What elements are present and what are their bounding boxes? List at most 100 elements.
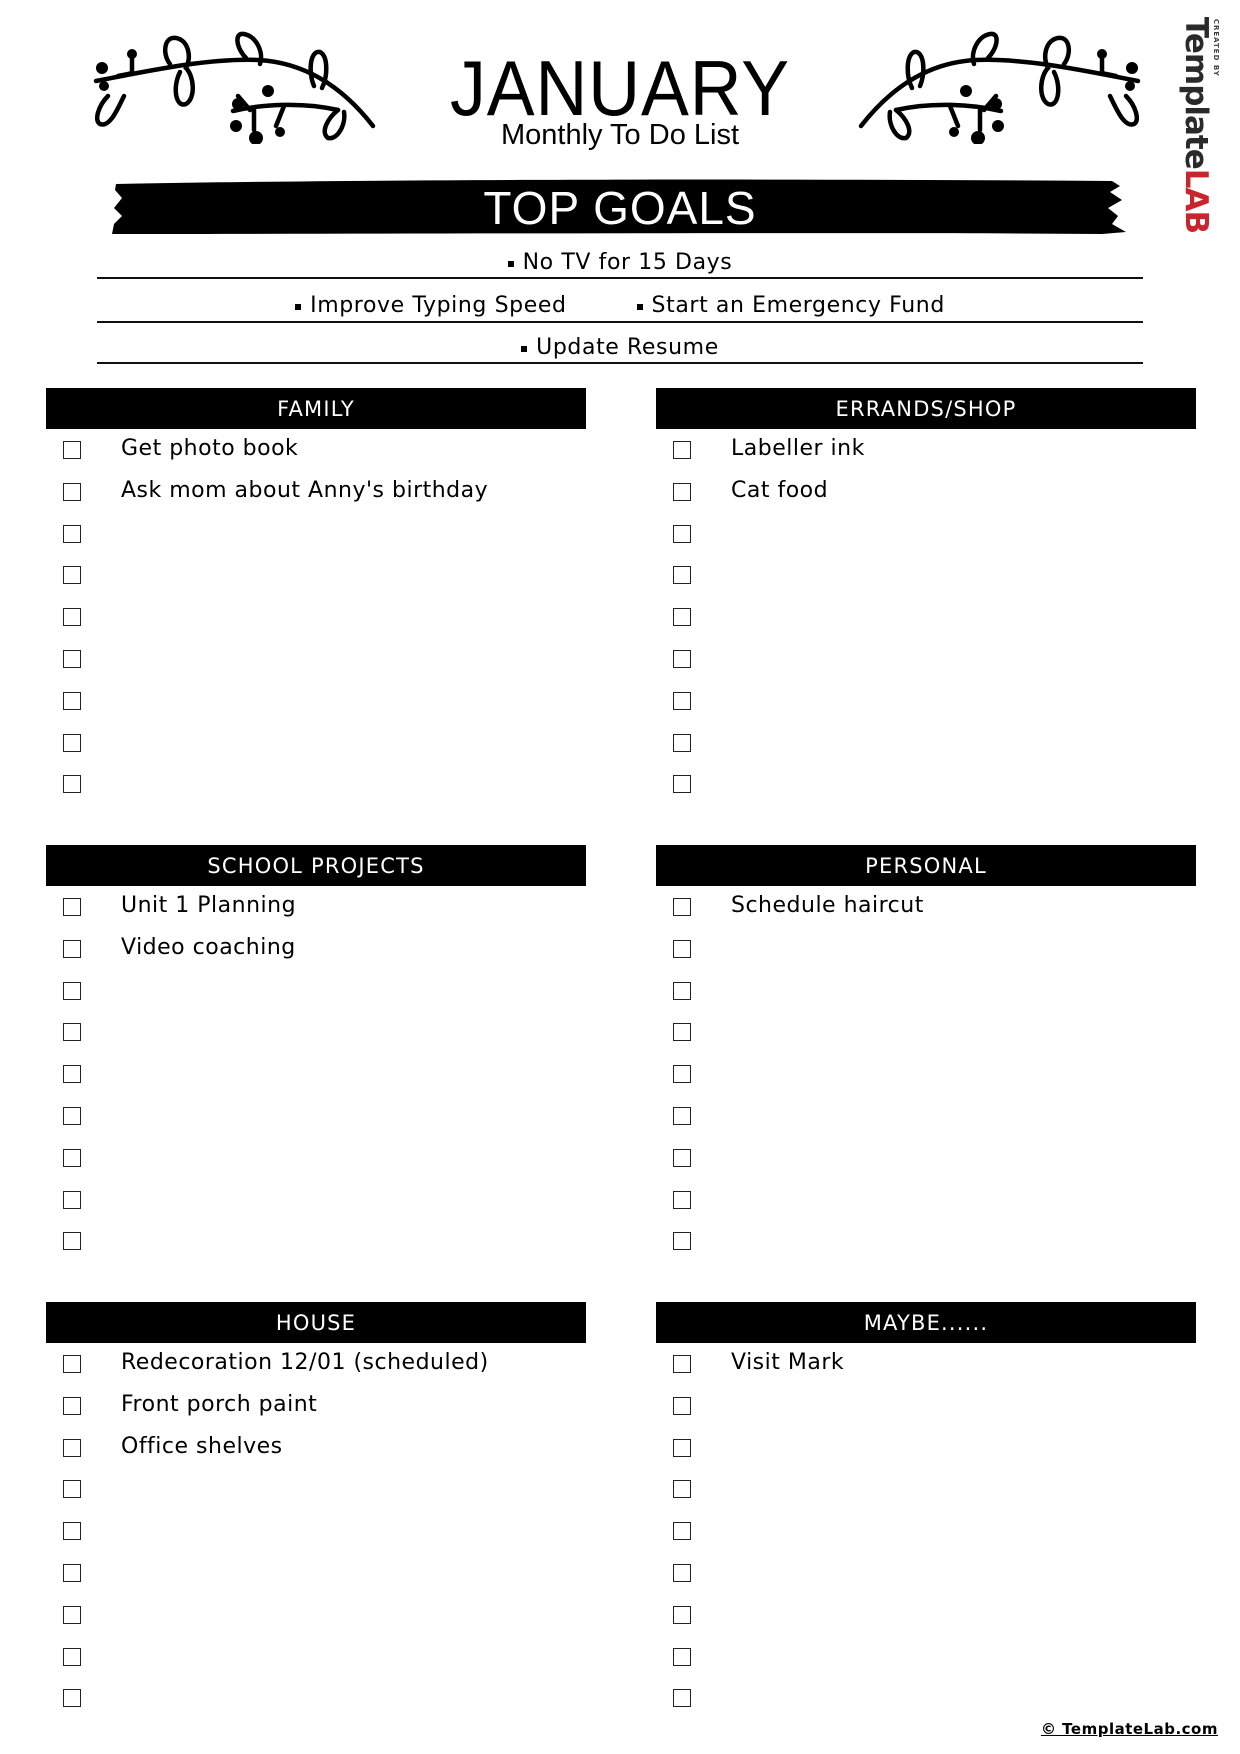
task-text[interactable]: Front porch paint	[121, 1390, 317, 1420]
task-checkbox[interactable]	[673, 1106, 691, 1125]
task-checkbox[interactable]	[673, 1522, 691, 1541]
templatelab-logo: CREATED BY TemplateLAB	[1176, 14, 1224, 236]
goal-row: Update Resume	[97, 327, 1143, 363]
task-text[interactable]: Labeller ink	[731, 434, 865, 464]
task-checkbox[interactable]	[63, 1563, 81, 1582]
task-text[interactable]: Visit Mark	[731, 1348, 844, 1378]
task-checkbox[interactable]	[63, 691, 81, 710]
task-checkbox[interactable]	[673, 733, 691, 752]
task-text[interactable]: Schedule haircut	[731, 891, 924, 921]
task-checkbox[interactable]	[673, 1605, 691, 1624]
brand-template-text: Template	[1178, 16, 1214, 169]
task-checkbox[interactable]	[673, 482, 691, 501]
task-item	[656, 1427, 1196, 1469]
task-checkbox[interactable]	[673, 898, 691, 916]
task-checkbox[interactable]	[63, 1647, 81, 1666]
task-item: Schedule haircut	[656, 886, 1196, 928]
task-checkbox[interactable]	[673, 1023, 691, 1042]
task-checkbox[interactable]	[63, 649, 81, 668]
goal-item: Start an Emergency Fund	[636, 291, 945, 321]
task-item	[46, 1594, 586, 1636]
task-checkbox[interactable]	[673, 1190, 691, 1209]
task-checkbox[interactable]	[673, 608, 691, 627]
task-item	[656, 722, 1196, 764]
task-checkbox[interactable]	[63, 1106, 81, 1125]
task-checkbox[interactable]	[63, 775, 81, 794]
task-checkbox[interactable]	[63, 1190, 81, 1209]
copyright-footer[interactable]: © TemplateLab.com	[1041, 1720, 1218, 1738]
task-checkbox[interactable]	[673, 1355, 691, 1373]
task-text[interactable]: Office shelves	[121, 1432, 283, 1462]
task-text[interactable]: Cat food	[731, 476, 828, 506]
task-item	[656, 680, 1196, 722]
task-checkbox[interactable]	[673, 1065, 691, 1084]
section-header: MAYBE......	[656, 1302, 1196, 1343]
task-checkbox[interactable]	[673, 524, 691, 543]
task-checkbox[interactable]	[63, 733, 81, 752]
task-item	[656, 928, 1196, 970]
task-checkbox[interactable]	[673, 1647, 691, 1666]
task-checkbox[interactable]	[63, 1148, 81, 1167]
task-checkbox[interactable]	[673, 1438, 691, 1457]
task-checkbox[interactable]	[63, 482, 81, 501]
task-checkbox[interactable]	[673, 1480, 691, 1499]
task-checkbox[interactable]	[63, 1023, 81, 1042]
task-checkbox[interactable]	[63, 939, 81, 958]
task-checkbox[interactable]	[63, 1396, 81, 1415]
task-checkbox[interactable]	[63, 608, 81, 627]
task-checkbox[interactable]	[673, 566, 691, 585]
task-item	[46, 554, 586, 596]
task-checkbox[interactable]	[63, 898, 81, 916]
goal-item: No TV for 15 Days	[507, 248, 733, 278]
task-checkbox[interactable]	[673, 649, 691, 668]
task-item	[46, 1636, 586, 1678]
task-item	[656, 1677, 1196, 1719]
section-header: FAMILY	[46, 388, 586, 429]
brand-lab-text: LAB	[1178, 168, 1214, 234]
task-item: Redecoration 12/01 (scheduled)	[46, 1343, 586, 1385]
task-checkbox[interactable]	[63, 566, 81, 585]
task-checkbox[interactable]	[673, 691, 691, 710]
task-checkbox[interactable]	[63, 1438, 81, 1457]
task-checkbox[interactable]	[63, 1480, 81, 1499]
task-item	[46, 1510, 586, 1552]
task-checkbox[interactable]	[673, 1148, 691, 1167]
task-checkbox[interactable]	[673, 939, 691, 958]
task-checkbox[interactable]	[673, 1689, 691, 1708]
task-text[interactable]: Ask mom about Anny's birthday	[121, 476, 488, 506]
task-checkbox[interactable]	[63, 981, 81, 1000]
section-header: SCHOOL PROJECTS	[46, 845, 586, 886]
task-item: Ask mom about Anny's birthday	[46, 471, 586, 513]
task-item: Office shelves	[46, 1427, 586, 1469]
task-item: Labeller ink	[656, 429, 1196, 471]
task-checkbox[interactable]	[673, 1232, 691, 1251]
task-text[interactable]: Video coaching	[121, 933, 296, 963]
task-text[interactable]: Unit 1 Planning	[121, 891, 296, 921]
task-checkbox[interactable]	[63, 1522, 81, 1541]
goal-text: Improve Typing Speed	[310, 293, 567, 318]
task-text[interactable]: Get photo book	[121, 434, 298, 464]
task-item	[46, 722, 586, 764]
task-checkbox[interactable]	[673, 441, 691, 459]
task-checkbox[interactable]	[673, 775, 691, 794]
goal-text: No TV for 15 Days	[522, 250, 733, 275]
task-item	[46, 1677, 586, 1719]
task-item	[46, 680, 586, 722]
task-checkbox[interactable]	[63, 1065, 81, 1084]
task-checkbox[interactable]	[63, 1605, 81, 1624]
section-errands-shop: ERRANDS/SHOP Labeller ink Cat food	[656, 388, 1196, 805]
task-item: Get photo book	[46, 429, 586, 471]
task-checkbox[interactable]	[63, 1355, 81, 1373]
task-checkbox[interactable]	[63, 524, 81, 543]
page-subtitle: Monthly To Do List	[500, 119, 740, 151]
task-checkbox[interactable]	[673, 1563, 691, 1582]
task-checkbox[interactable]	[673, 1396, 691, 1415]
task-item	[656, 554, 1196, 596]
task-checkbox[interactable]	[63, 1232, 81, 1251]
task-checkbox[interactable]	[673, 981, 691, 1000]
task-text[interactable]: Redecoration 12/01 (scheduled)	[121, 1348, 489, 1378]
goal-item: Improve Typing Speed	[295, 291, 566, 321]
section-family: FAMILY Get photo book Ask mom about Anny's…	[46, 388, 586, 805]
task-checkbox[interactable]	[63, 441, 81, 459]
task-checkbox[interactable]	[63, 1689, 81, 1708]
